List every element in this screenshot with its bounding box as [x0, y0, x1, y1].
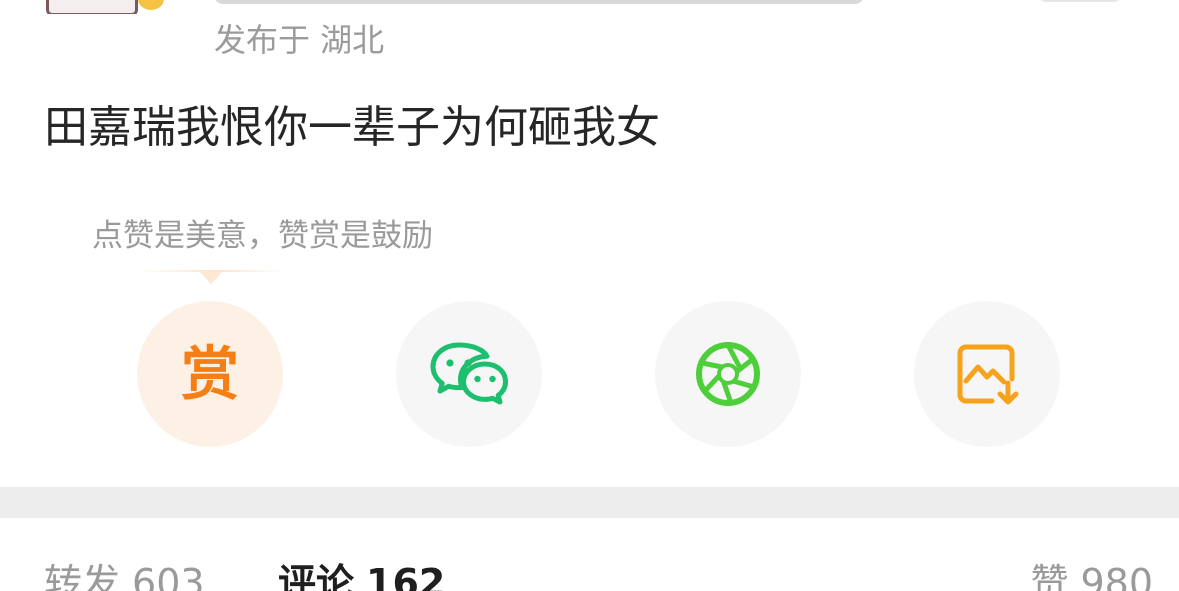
- tab-like[interactable]: 赞 980: [1030, 558, 1153, 591]
- more-options-icon[interactable]: [1040, 0, 1120, 2]
- reward-tip-arrow: [200, 272, 222, 284]
- author-name[interactable]: [214, 0, 864, 4]
- section-divider: [0, 487, 1179, 518]
- comment-label: 评论: [278, 561, 355, 591]
- like-label: 赞: [1030, 561, 1069, 591]
- save-image-button[interactable]: [914, 301, 1060, 447]
- reward-tip-text: 点赞是美意，赞赏是鼓励: [92, 218, 433, 254]
- repost-count: 603: [132, 561, 205, 591]
- post-content: 田嘉瑞我恨你一辈子为何砸我女: [44, 102, 660, 153]
- reward-icon: 赏: [180, 340, 239, 408]
- comment-count: 162: [366, 561, 446, 591]
- verified-badge-icon: [138, 0, 164, 10]
- wechat-icon: [430, 342, 508, 405]
- post-stats-tabs: 转发 603 评论 162 赞 980: [0, 518, 1179, 591]
- tab-repost[interactable]: 转发 603: [44, 558, 205, 591]
- like-count: 980: [1080, 561, 1153, 591]
- share-moments-button[interactable]: [655, 301, 801, 447]
- reward-button[interactable]: 赏: [137, 301, 283, 447]
- share-wechat-button[interactable]: [396, 301, 542, 447]
- repost-label: 转发: [44, 561, 121, 591]
- author-row-partial: [0, 0, 1179, 14]
- author-avatar[interactable]: [46, 0, 138, 14]
- tab-comment[interactable]: 评论 162: [278, 558, 445, 591]
- post-location: 发布于 湖北: [214, 21, 385, 59]
- save-image-icon: [957, 344, 1019, 405]
- moments-icon: [696, 342, 760, 406]
